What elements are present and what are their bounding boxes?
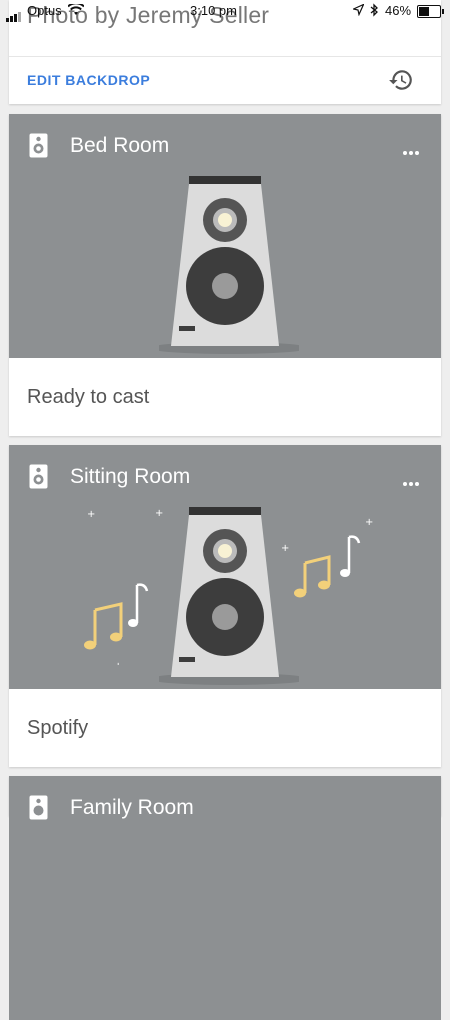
more-options-icon[interactable] (401, 473, 419, 491)
device-name: Sitting Room (70, 465, 191, 488)
clock: 3:10 pm (190, 3, 237, 18)
edit-backdrop-button[interactable]: EDIT BACKDROP (27, 72, 150, 88)
device-status: Ready to cast (27, 386, 150, 408)
sparkle-icon: + (155, 508, 163, 517)
device-card-image: Sitting Room + + + + (9, 445, 441, 689)
music-notes-left: + + (84, 509, 149, 665)
bluetooth-icon (370, 3, 378, 17)
device-card-image: Family Room (9, 776, 441, 1020)
wifi-icon (68, 4, 84, 15)
device-status: Spotify (27, 717, 89, 739)
battery-percent: 46% (385, 3, 412, 18)
more-options-icon[interactable] (401, 142, 419, 160)
device-card-image: Bed Room (9, 114, 441, 358)
battery-icon (417, 5, 444, 18)
svg-text:+: + (365, 517, 373, 528)
history-icon[interactable] (388, 67, 414, 93)
speaker-illustration (159, 507, 299, 685)
location-icon (353, 4, 364, 16)
speaker-icon (29, 795, 48, 820)
speaker-icon (29, 464, 48, 489)
divider (9, 56, 441, 57)
device-card-bed-room[interactable]: Bed Room Ready to cast (9, 114, 441, 436)
signal-icon (6, 7, 22, 22)
device-name: Bed Room (70, 134, 170, 157)
svg-text:+: + (114, 661, 122, 665)
speaker-illustration (159, 176, 299, 354)
device-card-family-room[interactable]: Family Room (9, 776, 441, 1020)
speaker-icon (29, 133, 48, 158)
status-bar: Optus 3:10 pm 46% (0, 0, 450, 22)
svg-text:+: + (87, 509, 95, 520)
svg-text:+: + (155, 508, 163, 517)
device-card-sitting-room[interactable]: Sitting Room + + + + Spotify (9, 445, 441, 767)
carrier-label: Optus (27, 3, 62, 18)
svg-text:+: + (281, 543, 289, 554)
music-notes-right: + + (281, 517, 373, 598)
